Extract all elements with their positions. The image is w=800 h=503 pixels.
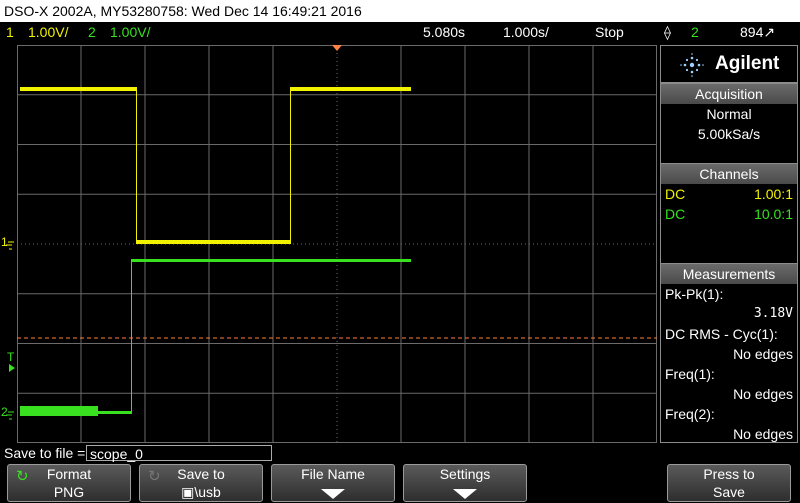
- window-title-bar: DSO-X 2002A, MY53280758: Wed Dec 14 16:4…: [0, 0, 800, 22]
- press-to-save-value: Save: [713, 484, 745, 500]
- meas-4-value: No edges: [733, 426, 793, 442]
- file-name-field[interactable]: scope_0: [86, 445, 272, 462]
- run-state: Stop: [595, 24, 624, 40]
- meas-3-label: Freq(1):: [665, 366, 715, 382]
- time-offset[interactable]: 5.080s: [423, 22, 465, 42]
- channel-2-row: DC 10.0:1: [661, 204, 797, 224]
- submenu-arrow-icon: [321, 489, 345, 499]
- format-softkey[interactable]: ↻ Format PNG: [7, 464, 131, 502]
- falling-edge-trigger-icon: ⟠: [664, 24, 671, 40]
- ch2-probe: 10.0:1: [754, 206, 793, 222]
- ch2-ground-label: 2: [1, 405, 8, 419]
- grid-lines: [17, 45, 657, 443]
- press-to-save-label: Press to: [703, 466, 755, 482]
- acquisition-box[interactable]: Acquisition Normal 5.00kSa/s: [660, 83, 798, 165]
- save-to-softkey-value: ▣\usb: [181, 484, 221, 500]
- brand-logo-text: Agilent: [715, 53, 780, 74]
- ch1-probe: 1.00:1: [754, 186, 793, 202]
- ch2-coupling: DC: [665, 206, 686, 222]
- submenu-arrow-icon: [453, 489, 477, 499]
- meas-2-value: No edges: [733, 346, 793, 362]
- trigger-level[interactable]: 894↗: [740, 22, 775, 42]
- channels-box[interactable]: Channels DC 1.00:1 DC 10.0:1: [660, 163, 798, 264]
- ch1-waveform: [20, 87, 411, 244]
- sample-rate: 5.00kSa/s: [697, 126, 761, 142]
- trigger-source[interactable]: 2: [691, 22, 699, 42]
- settings-softkey-label: Settings: [439, 466, 491, 482]
- ch1-ground-marker: 1: [1, 235, 14, 250]
- press-to-save-softkey[interactable]: Press to Save: [667, 464, 791, 502]
- meas-2-label: DC RMS - Cyc(1):: [665, 326, 778, 342]
- file-name-softkey[interactable]: File Name: [271, 464, 395, 502]
- window-title: DSO-X 2002A, MY53280758: Wed Dec 14 16:4…: [4, 3, 362, 19]
- channel-1-row: DC 1.00:1: [661, 184, 797, 204]
- trigger-t-label: T: [7, 350, 15, 364]
- channels-header: Channels: [661, 164, 797, 184]
- waveform-display: 1 T 2: [1, 45, 657, 443]
- ch2-scale[interactable]: 1.00V/: [110, 22, 150, 42]
- save-to-file-label: Save to file =: [4, 445, 86, 461]
- time-scale[interactable]: 1.000s/: [503, 22, 549, 42]
- agilent-spark-icon: [680, 53, 704, 77]
- format-softkey-label: Format: [46, 466, 92, 482]
- scope-status-bar: 1 1.00V/ 2 1.00V/ 5.080s 1.000s/ Stop ⟠ …: [0, 22, 800, 42]
- save-to-softkey-label: Save to: [177, 466, 225, 482]
- ch1-ground-label: 1: [1, 235, 8, 249]
- ch1-number[interactable]: 1: [6, 22, 14, 42]
- ch2-number[interactable]: 2: [88, 22, 96, 42]
- save-to-softkey[interactable]: ↻ Save to ▣\usb: [139, 464, 263, 502]
- side-panel: Agilent Acquisition Normal 5.00kSa/s Cha…: [659, 45, 800, 443]
- brand-box: Agilent: [660, 45, 798, 83]
- acquisition-header: Acquisition: [661, 84, 797, 104]
- meas-4-label: Freq(2):: [665, 406, 715, 422]
- trigger-t-marker: T: [7, 350, 15, 372]
- ch1-scale[interactable]: 1.00V/: [28, 22, 68, 42]
- file-name-softkey-label: File Name: [301, 466, 365, 482]
- ch2-ground-marker: 2: [1, 405, 14, 420]
- meas-1-value: 3.18V: [753, 306, 793, 321]
- settings-softkey[interactable]: Settings: [403, 464, 527, 502]
- meas-3-value: No edges: [733, 386, 793, 402]
- measurements-header: Measurements: [661, 264, 797, 284]
- measurements-box[interactable]: Measurements Pk-Pk(1): 3.18V DC RMS - Cy…: [660, 263, 798, 443]
- format-softkey-value: PNG: [53, 484, 85, 500]
- acquisition-mode: Normal: [706, 106, 752, 122]
- trigger-position-marker: [332, 45, 342, 51]
- meas-1-label: Pk-Pk(1):: [665, 286, 724, 302]
- save-to-file-row: Save to file = scope_0: [0, 444, 660, 463]
- ch1-coupling: DC: [665, 186, 686, 202]
